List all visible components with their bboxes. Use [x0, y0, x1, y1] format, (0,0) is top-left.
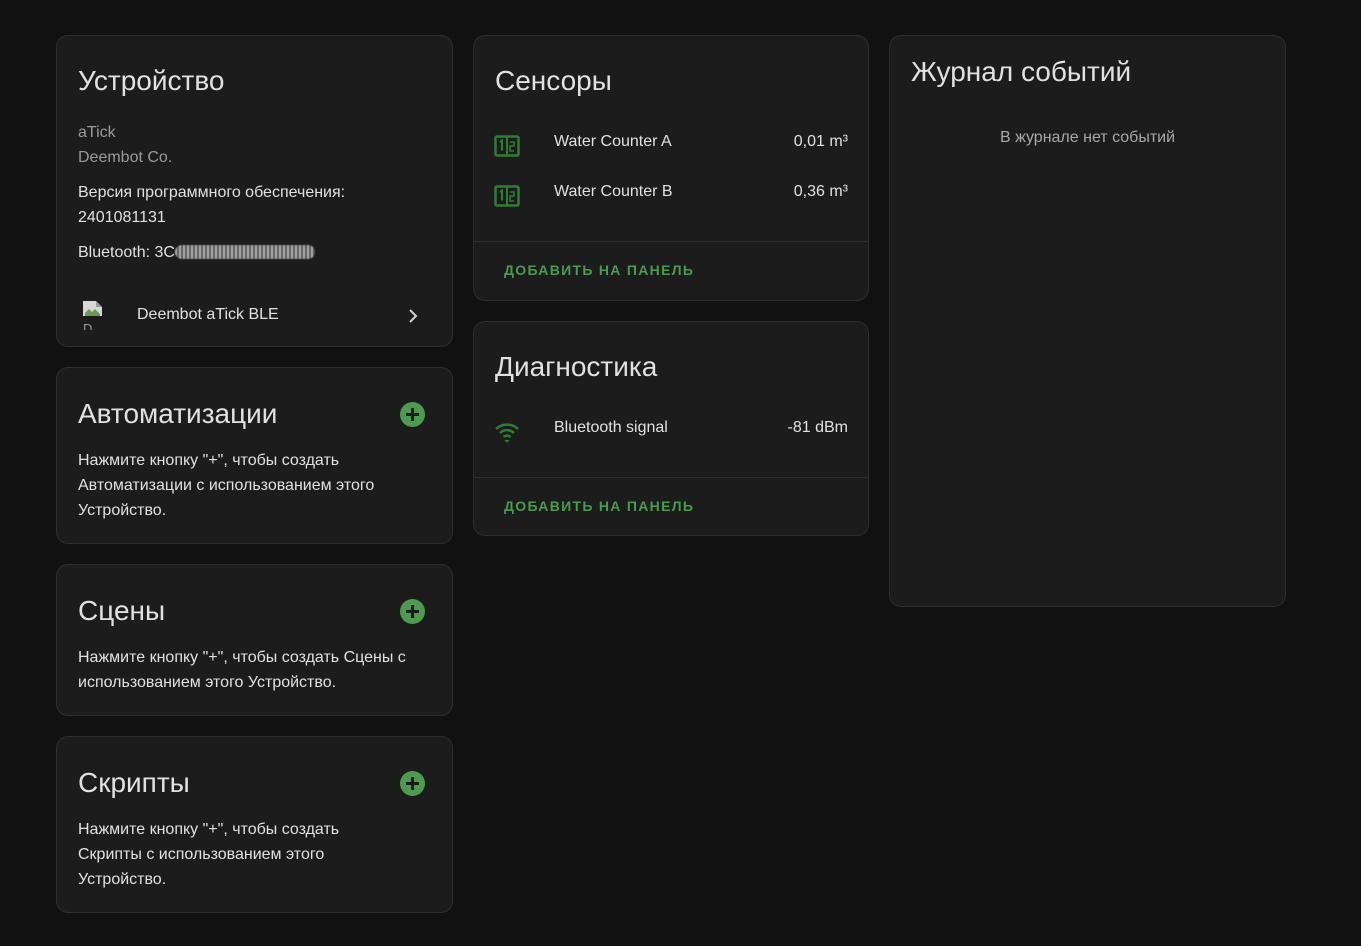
- sensor-row[interactable]: Water Counter A 0,01 m³: [474, 121, 868, 171]
- device-manufacturer: Deembot Co.: [78, 149, 173, 166]
- diagnostics-card: Диагностика Bluetooth signal -81 dBm ДОБ…: [473, 321, 869, 536]
- sensor-name: Water Counter A: [554, 133, 672, 150]
- scripts-hint: Нажмите кнопку "+", чтобы создать Скрипт…: [78, 821, 340, 888]
- diagnostic-row[interactable]: Bluetooth signal -81 dBm: [474, 407, 868, 457]
- scenes-title: Сцены: [78, 595, 166, 626]
- sensors-card: Сенсоры Water Counter A 0,01 m³ Water Co…: [473, 35, 869, 301]
- scenes-card: Сцены Нажмите кнопку "+", чтобы создать …: [56, 564, 453, 716]
- device-info-card: Устройство aTick Deembot Co. Версия прог…: [56, 35, 453, 347]
- device-card-title: Устройство: [78, 65, 225, 96]
- sensors-add-to-dashboard-button[interactable]: ДОБАВИТЬ НА ПАНЕЛЬ: [504, 262, 694, 278]
- sensor-row[interactable]: Water Counter B 0,36 m³: [474, 171, 868, 221]
- sensor-name: Water Counter B: [554, 183, 673, 200]
- scenes-hint: Нажмите кнопку "+", чтобы создать Сцены …: [78, 649, 406, 691]
- add-script-button[interactable]: [400, 771, 425, 796]
- wifi-signal-icon: [495, 423, 519, 443]
- automations-card: Автоматизации Нажмите кнопку "+", чтобы …: [56, 367, 453, 544]
- diagnostic-value: -81 dBm: [787, 419, 848, 436]
- sensor-value: 0,01 m³: [793, 133, 848, 150]
- scripts-card: Скрипты Нажмите кнопку "+", чтобы создат…: [56, 736, 453, 913]
- bluetooth-address-label: Bluetooth: 3C: [78, 244, 175, 261]
- sensors-title: Сенсоры: [495, 65, 612, 96]
- diagnostics-add-to-dashboard-button[interactable]: ДОБАВИТЬ НА ПАНЕЛЬ: [504, 498, 694, 514]
- integration-link[interactable]: D Deembot aTick BLE: [57, 286, 452, 336]
- divider: [474, 477, 868, 478]
- chevron-right-icon: [409, 309, 418, 323]
- logbook-title: Журнал событий: [911, 56, 1132, 87]
- integration-logo: D: [82, 300, 104, 330]
- redacted-address: [174, 245, 315, 259]
- logbook-card: Журнал событий В журнале нет событий: [889, 35, 1286, 607]
- divider: [474, 241, 868, 242]
- scripts-title: Скрипты: [78, 767, 190, 798]
- logbook-empty-text: В журнале нет событий: [999, 129, 1176, 146]
- automations-hint: Нажмите кнопку "+", чтобы создать Автома…: [78, 452, 375, 519]
- diagnostics-title: Диагностика: [495, 351, 658, 382]
- add-automation-button[interactable]: [400, 402, 425, 427]
- firmware-label: Версия программного обеспечения:: [78, 184, 346, 201]
- device-model: aTick: [78, 124, 116, 141]
- firmware-value: 2401081131: [78, 209, 166, 226]
- diagnostic-name: Bluetooth signal: [554, 419, 668, 436]
- bluetooth-address: Bluetooth: 3C: [78, 240, 315, 265]
- sensor-value: 0,36 m³: [793, 183, 848, 200]
- add-scene-button[interactable]: [400, 599, 425, 624]
- counter-icon: [494, 185, 520, 207]
- counter-icon: [494, 135, 520, 157]
- integration-logo-alt: D: [83, 321, 93, 330]
- automations-title: Автоматизации: [78, 398, 278, 429]
- integration-name: Deembot aTick BLE: [137, 306, 279, 323]
